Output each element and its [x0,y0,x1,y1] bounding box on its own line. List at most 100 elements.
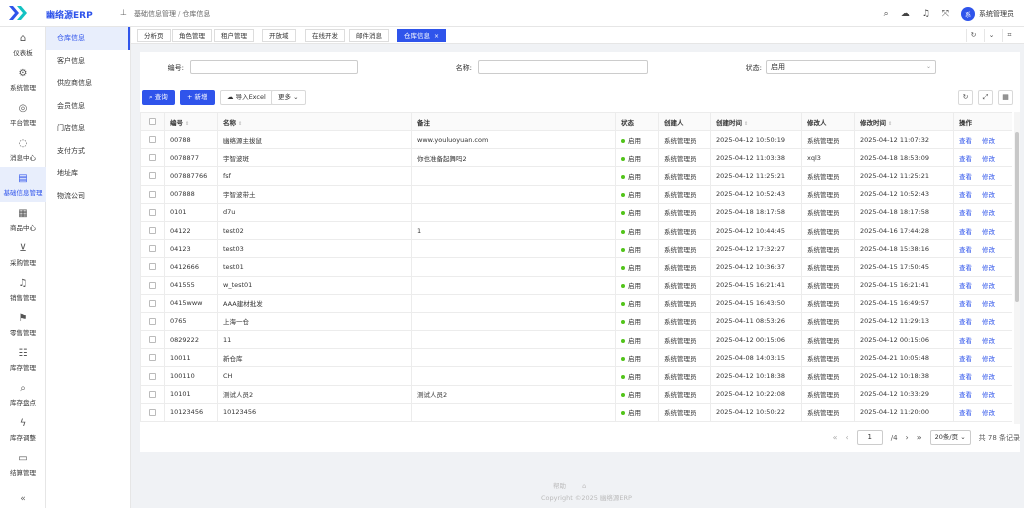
table-row[interactable]: 04123 test03 启用 系统管理员 2025-04-12 17:32:27 系统管… [140,239,1012,259]
submenu-item-2[interactable]: 供应商信息 [46,72,130,95]
rail-item-9[interactable]: ☷ 库存管理 [0,342,46,377]
view-link[interactable]: 查看 [959,373,972,381]
rail-item-8[interactable]: ⚑ 零售管理 [0,307,46,342]
edit-link[interactable]: 修改 [982,209,995,217]
row-checkbox[interactable] [140,311,165,332]
page-size-select[interactable]: 20条/页 ⌄ [929,430,971,445]
refresh-icon[interactable]: ↻ [958,90,973,105]
rail-item-0[interactable]: ⌂ 仪表板 [0,27,46,62]
row-checkbox[interactable] [140,384,165,404]
edit-link[interactable]: 修改 [982,246,995,254]
view-link[interactable]: 查看 [959,228,972,236]
table-row[interactable]: 0829222 11 启用 系统管理员 2025-04-12 00:15:06 系统管理员… [140,330,1012,350]
edit-link[interactable]: 修改 [982,155,995,163]
select-all-checkbox[interactable] [140,112,165,131]
last-page-icon[interactable]: » [917,433,922,442]
rail-item-7[interactable]: ♫ 销售管理 [0,272,46,307]
tab-2[interactable]: 租户管理 [214,29,254,42]
tab-3[interactable]: 开放域 [262,29,296,42]
rail-item-2[interactable]: ◎ 平台管理 [0,97,46,132]
refresh-tab-icon[interactable]: ↻ [966,29,980,42]
tab-4[interactable]: 在线开发 [305,29,345,42]
table-row[interactable]: 0412666 test01 启用 系统管理员 2025-04-12 10:36:37 系… [140,257,1012,277]
view-link[interactable]: 查看 [959,137,972,145]
view-link[interactable]: 查看 [959,209,972,217]
scrollbar-thumb[interactable] [1015,132,1019,302]
status-select[interactable]: 启用 [766,60,936,74]
name-input[interactable] [478,60,648,74]
density-icon[interactable]: ⤢ [978,90,993,105]
edit-link[interactable]: 修改 [982,282,995,290]
header-modified[interactable]: 修改时间 ⇕ [854,112,954,131]
submenu-item-7[interactable]: 物流公司 [46,185,130,208]
query-button[interactable]: ⌕ 查询 [142,90,175,105]
first-page-icon[interactable]: « [833,433,838,442]
tab-5[interactable]: 邮件消息 [349,29,389,42]
page-input[interactable]: 1 [856,430,883,445]
edit-link[interactable]: 修改 [982,228,995,236]
view-link[interactable]: 查看 [959,355,972,363]
rail-item-10[interactable]: ⌕ 库存盘点 [0,377,46,412]
code-input[interactable] [190,60,358,74]
row-checkbox[interactable] [140,202,165,222]
footer-link-help[interactable]: 帮助 [553,482,566,490]
table-row[interactable]: 10123456 10123456 启用 系统管理员 2025-04-12 10:50:… [140,402,1012,423]
row-checkbox[interactable] [140,166,165,186]
row-checkbox[interactable] [140,220,165,241]
table-row[interactable]: 100110 CH 启用 系统管理员 2025-04-12 10:18:38 系统管理员 2… [140,366,1012,386]
pin-icon[interactable]: ⊥ [120,8,127,17]
username[interactable]: 系统管理员 [979,9,1014,19]
edit-link[interactable]: 修改 [982,355,995,363]
maximize-icon[interactable]: ⌗ [1002,29,1016,42]
view-link[interactable]: 查看 [959,246,972,254]
edit-link[interactable]: 修改 [982,318,995,326]
header-name[interactable]: 名称 ⇕ [217,112,412,131]
edit-link[interactable]: 修改 [982,373,995,381]
table-row[interactable]: 007888 宇智波带土 启用 系统管理员 2025-04-12 10:52:43 系统管… [140,184,1012,204]
search-icon[interactable]: ⌕ [884,9,889,19]
table-row[interactable]: 0101 d7u 启用 系统管理员 2025-04-18 18:17:58 系统管理员 20… [140,202,1012,222]
view-link[interactable]: 查看 [959,191,972,199]
collapse-icon[interactable]: « [0,494,46,504]
tab-1[interactable]: 角色管理 [172,29,212,42]
view-link[interactable]: 查看 [959,173,972,181]
row-checkbox[interactable] [140,129,165,150]
rail-item-12[interactable]: ▭ 结算管理 [0,447,46,482]
view-link[interactable]: 查看 [959,155,972,163]
column-settings-icon[interactable]: ▦ [998,90,1013,105]
edit-link[interactable]: 修改 [982,137,995,145]
edit-link[interactable]: 修改 [982,337,995,345]
close-icon[interactable]: × [434,33,439,40]
row-checkbox[interactable] [140,184,165,204]
table-row[interactable]: 0078877 宇智波斑 你也准备起舞吗2 启用 系统管理员 2025-04-12 11:… [140,148,1012,168]
row-checkbox[interactable] [140,148,165,168]
row-checkbox[interactable] [140,293,165,313]
row-checkbox[interactable] [140,239,165,259]
submenu-item-1[interactable]: 客户信息 [46,50,130,73]
breadcrumb-parent[interactable]: 基础信息管理 [134,10,176,18]
table-row[interactable]: 10101 测试人员2 测试人员2 启用 系统管理员 2025-04-12 10:22:0… [140,384,1012,404]
row-checkbox[interactable] [140,275,165,295]
header-code[interactable]: 编号 ⇕ [164,112,218,131]
view-link[interactable]: 查看 [959,264,972,272]
row-checkbox[interactable] [140,330,165,350]
rail-item-6[interactable]: ⊻ 采购管理 [0,237,46,272]
submenu-item-5[interactable]: 支付方式 [46,140,130,163]
table-row[interactable]: 0765 上海一仓 启用 系统管理员 2025-04-11 08:53:26 系统管理员 2… [140,311,1012,332]
import-excel-button[interactable]: ☁ 导入Excel [220,90,273,105]
rail-item-3[interactable]: ◌ 消息中心 [0,132,46,167]
avatar[interactable]: 系 [961,7,975,21]
table-scrollbar[interactable] [1014,112,1020,424]
cloud-download-icon[interactable]: ☁ [901,9,910,19]
edit-link[interactable]: 修改 [982,409,995,417]
add-button[interactable]: + 新增 [180,90,215,105]
view-link[interactable]: 查看 [959,300,972,308]
submenu-item-0[interactable]: 仓库信息 [46,27,130,50]
table-row[interactable]: 00788 幽络源主拔鼠 www.youluoyuan.com 启用 系统管理员 2025… [140,129,1012,150]
footer-link-icon[interactable]: ⌂ [582,482,586,490]
table-row[interactable]: 041555 w_test01 启用 系统管理员 2025-04-15 16:21:41… [140,275,1012,295]
tab-6[interactable]: 仓库信息 × [397,29,447,42]
edit-link[interactable]: 修改 [982,264,995,272]
tab-0[interactable]: 分析页 [137,29,171,42]
submenu-item-3[interactable]: 会员信息 [46,95,130,118]
